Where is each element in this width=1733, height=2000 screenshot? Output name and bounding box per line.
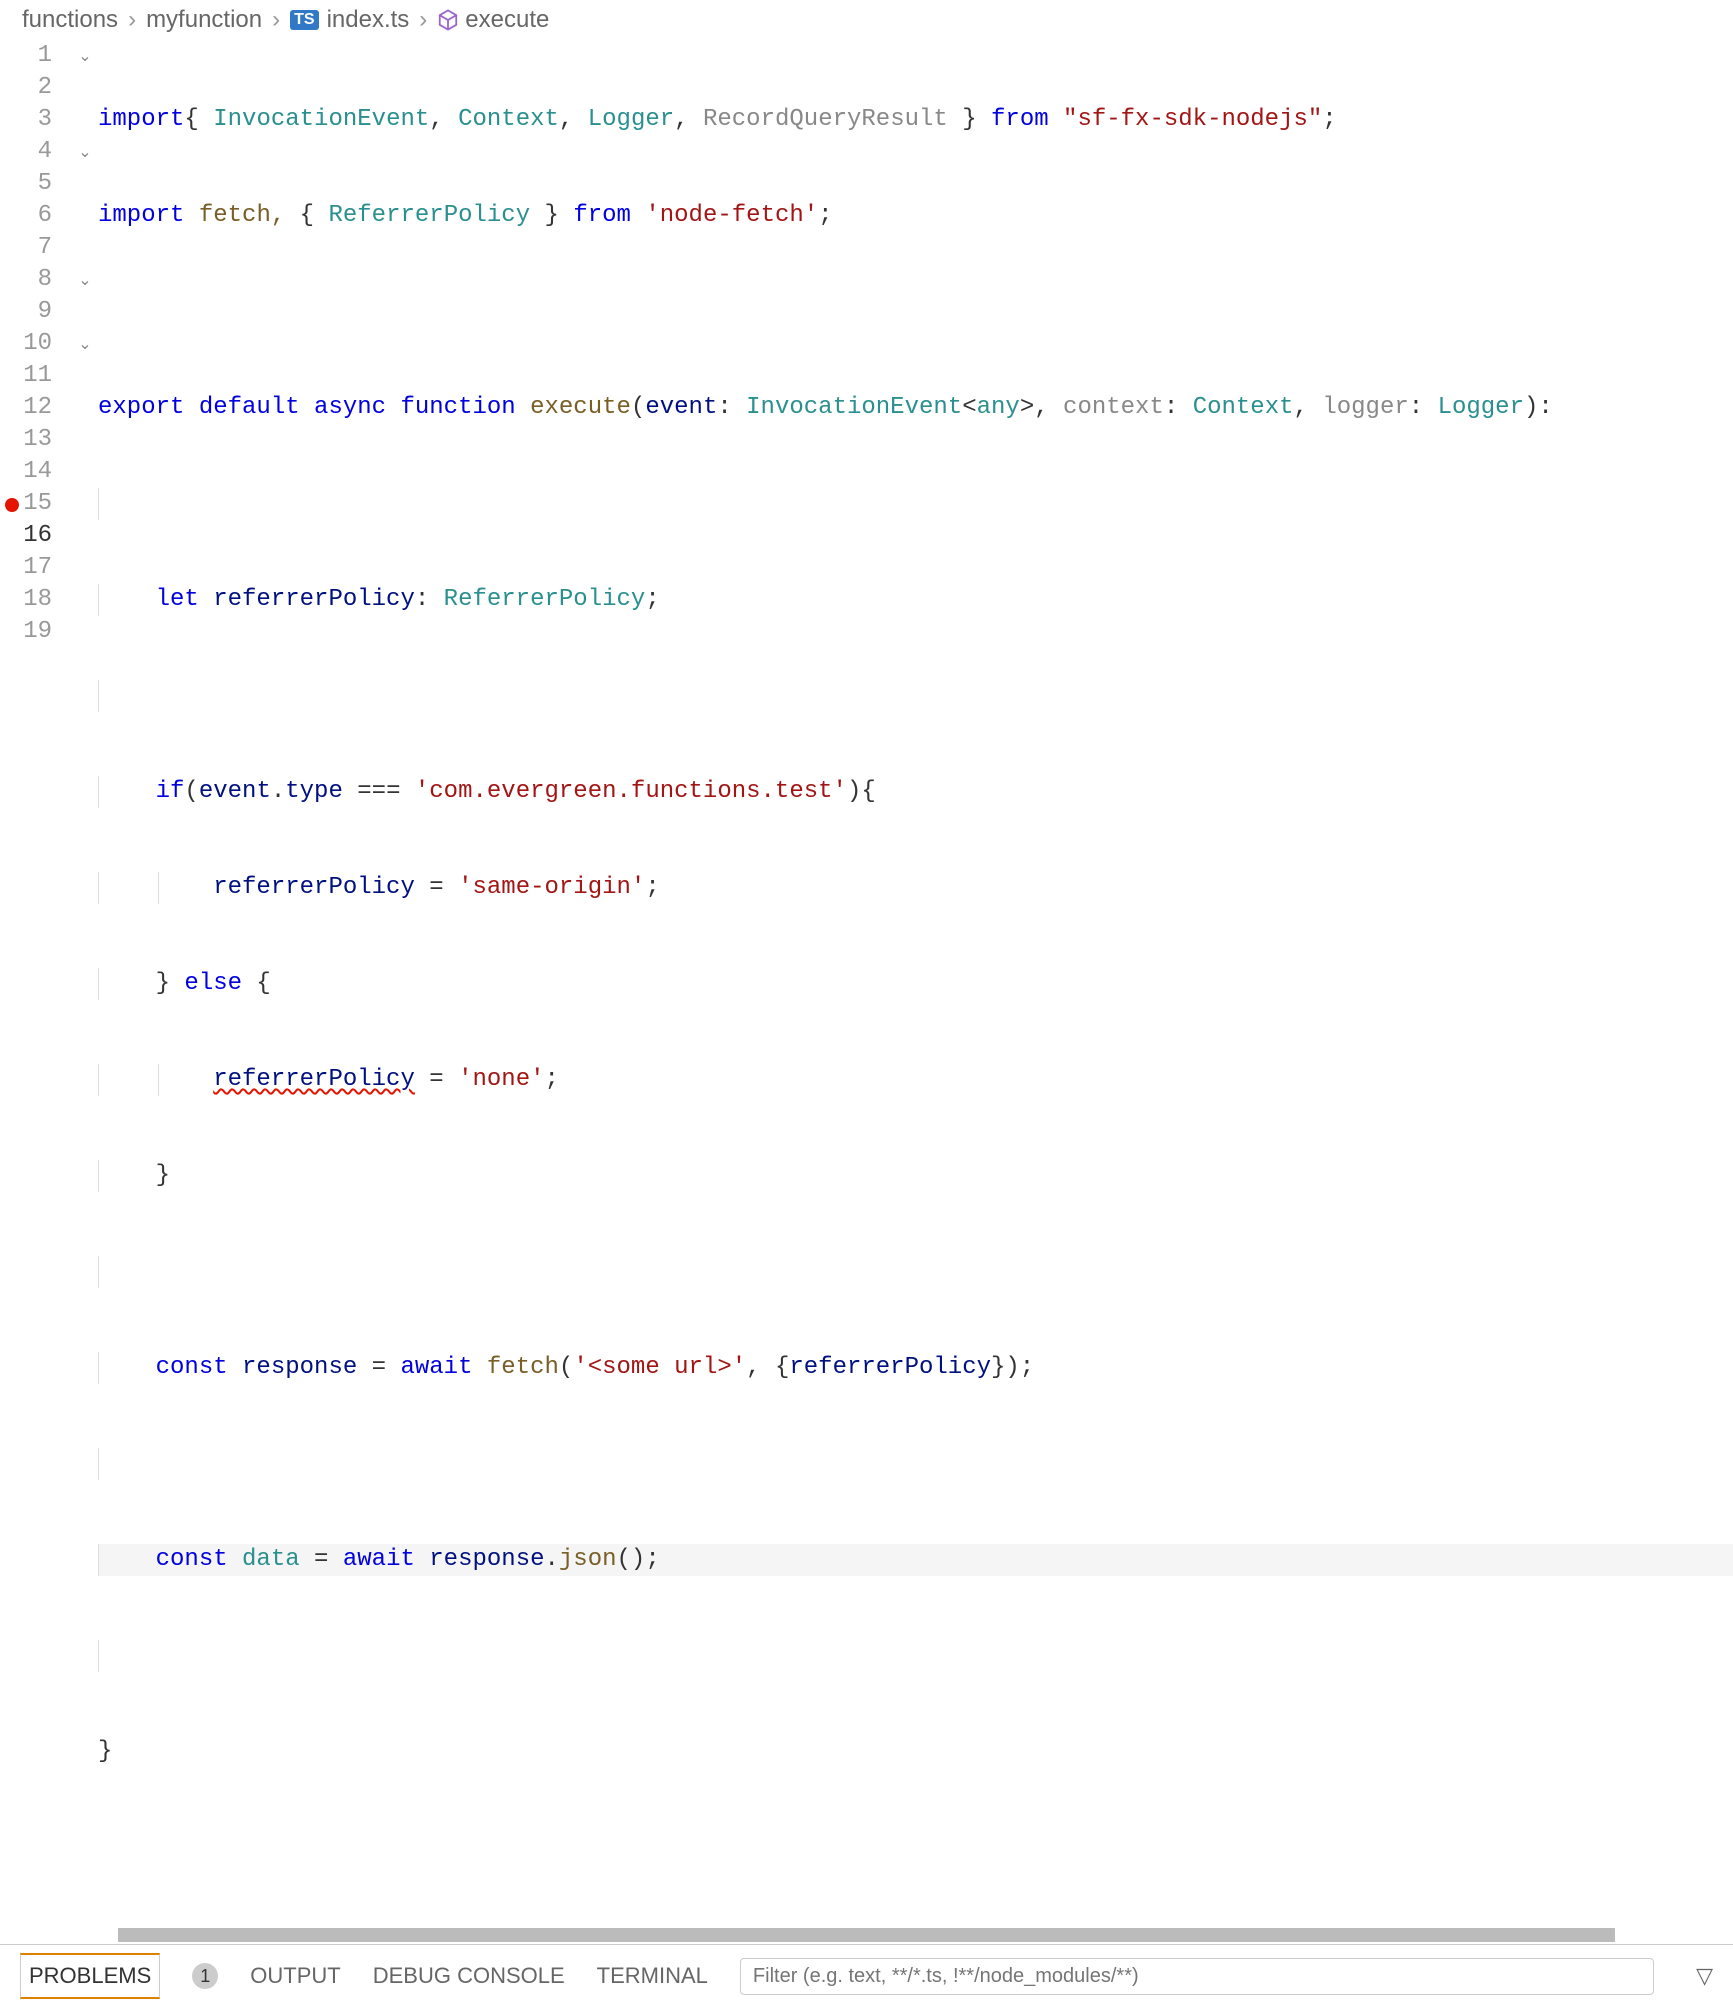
breadcrumb-symbol[interactable]: execute xyxy=(465,6,549,34)
line-number: 7 xyxy=(0,232,52,264)
line-number-gutter: 1 2 3 4 5 6 7 8 9 10 11 12 13 14 15 16 1… xyxy=(0,40,72,1928)
filter-icon[interactable]: ▽ xyxy=(1696,1963,1713,1989)
line-number: 15 xyxy=(0,488,52,520)
breadcrumb[interactable]: functions › myfunction › TS index.ts › e… xyxy=(0,0,1733,40)
code-content[interactable]: import{ InvocationEvent, Context, Logger… xyxy=(98,40,1733,1928)
tab-terminal[interactable]: TERMINAL xyxy=(597,1955,708,1997)
line-number: 19 xyxy=(0,616,52,648)
line-number: 17 xyxy=(0,552,52,584)
tab-output[interactable]: OUTPUT xyxy=(250,1955,340,1997)
breadcrumb-folder[interactable]: functions xyxy=(22,6,118,34)
breadcrumb-file[interactable]: index.ts xyxy=(327,6,410,34)
line-number: 8 xyxy=(0,264,52,296)
chevron-right-icon: › xyxy=(128,6,136,34)
line-number: 1 xyxy=(0,40,52,72)
fold-chevron-icon[interactable]: ⌄ xyxy=(78,329,91,361)
filter-input[interactable] xyxy=(740,1958,1654,1995)
line-number: 16 xyxy=(0,520,52,552)
problems-count-badge: 1 xyxy=(192,1963,218,1989)
line-number: 10 xyxy=(0,328,52,360)
tab-debug-console[interactable]: DEBUG CONSOLE xyxy=(373,1955,565,1997)
breakpoint-icon[interactable] xyxy=(5,498,19,512)
breadcrumb-folder[interactable]: myfunction xyxy=(146,6,262,34)
fold-gutter: ⌄ ⌄ ⌄ ⌄ xyxy=(72,40,98,1928)
line-number: 6 xyxy=(0,200,52,232)
line-number: 3 xyxy=(0,104,52,136)
fold-chevron-icon[interactable]: ⌄ xyxy=(78,41,91,73)
line-number: 14 xyxy=(0,456,52,488)
chevron-right-icon: › xyxy=(419,6,427,34)
line-number: 9 xyxy=(0,296,52,328)
tab-problems[interactable]: PROBLEMS xyxy=(20,1953,160,1999)
line-number: 5 xyxy=(0,168,52,200)
horizontal-scrollbar[interactable] xyxy=(118,1928,1615,1942)
typescript-icon: TS xyxy=(290,10,318,30)
fold-chevron-icon[interactable]: ⌄ xyxy=(78,137,91,169)
bottom-panel: PROBLEMS 1 OUTPUT DEBUG CONSOLE TERMINAL… xyxy=(0,1944,1733,2000)
line-number: 18 xyxy=(0,584,52,616)
line-number: 2 xyxy=(0,72,52,104)
code-editor[interactable]: 1 2 3 4 5 6 7 8 9 10 11 12 13 14 15 16 1… xyxy=(0,40,1733,1928)
line-number: 11 xyxy=(0,360,52,392)
panel-tabs: PROBLEMS 1 OUTPUT DEBUG CONSOLE TERMINAL… xyxy=(0,1945,1733,2000)
symbol-method-icon xyxy=(437,9,459,31)
chevron-right-icon: › xyxy=(272,6,280,34)
line-number: 12 xyxy=(0,392,52,424)
line-number: 13 xyxy=(0,424,52,456)
line-number: 4 xyxy=(0,136,52,168)
fold-chevron-icon[interactable]: ⌄ xyxy=(78,265,91,297)
